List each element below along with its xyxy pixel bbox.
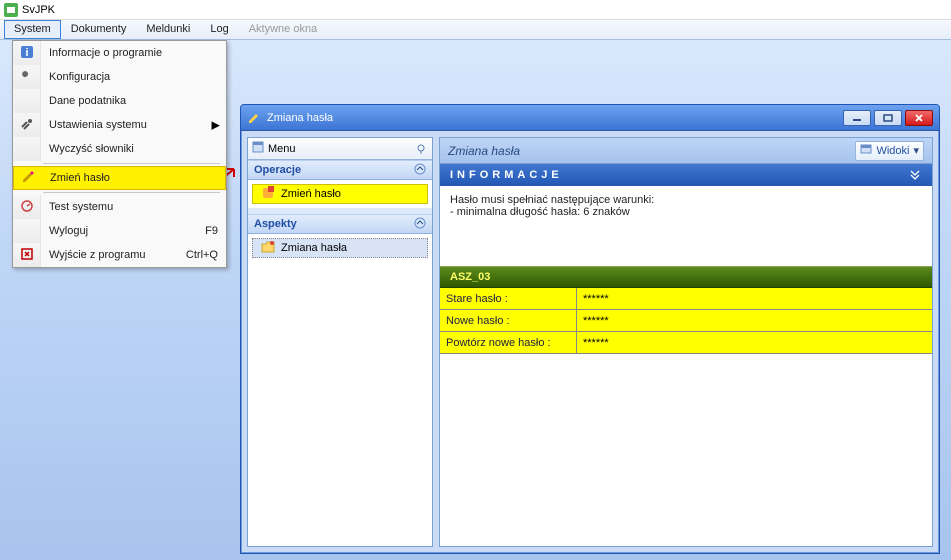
row-powtorz-haslo: Powtórz nowe hasło : ****** xyxy=(440,332,932,354)
folder-icon xyxy=(261,241,275,256)
chevron-up-icon xyxy=(414,163,426,178)
menu-icon xyxy=(252,141,264,156)
pin-icon[interactable] xyxy=(414,142,428,156)
menu-item-test[interactable]: Test systemu xyxy=(13,195,226,219)
section-aspekty-header[interactable]: Aspekty xyxy=(248,214,432,234)
gauge-icon xyxy=(20,199,34,216)
child-titlebar[interactable]: Zmiana hasła xyxy=(241,105,939,131)
stare-haslo-input[interactable]: ****** xyxy=(576,288,932,309)
menu-label: Menu xyxy=(268,143,296,155)
right-panel-title: Zmiana hasła Widoki ▾ xyxy=(440,138,932,164)
form-header: ASZ_03 xyxy=(440,266,932,288)
maximize-button[interactable] xyxy=(874,110,902,126)
minimize-button[interactable] xyxy=(843,110,871,126)
child-window: Zmiana hasła Menu Operacje Zmień hasło xyxy=(240,104,940,554)
menubar: System Dokumenty Meldunki Log Aktywne ok… xyxy=(0,20,951,40)
close-button[interactable] xyxy=(905,110,933,126)
menu-system[interactable]: System xyxy=(4,20,61,39)
menu-meldunki[interactable]: Meldunki xyxy=(136,20,200,39)
menu-item-konfiguracja[interactable]: Konfiguracja xyxy=(13,65,226,89)
menu-item-wyloguj[interactable]: Wyloguj F9 xyxy=(13,219,226,243)
menu-item-zmien-haslo[interactable]: Zmień hasło xyxy=(13,166,226,190)
left-panel-menu-header[interactable]: Menu xyxy=(248,138,432,160)
menu-item-dane-podatnika[interactable]: Dane podatnika xyxy=(13,89,226,113)
asp-item-zmiana-hasla[interactable]: Zmiana hasła xyxy=(252,238,428,258)
nowe-haslo-input[interactable]: ****** xyxy=(576,310,932,331)
dropdown-arrow-icon: ▾ xyxy=(913,144,919,157)
system-dropdown: i Informacje o programie Konfiguracja Da… xyxy=(12,40,227,268)
edit-icon xyxy=(247,111,261,125)
svg-text:i: i xyxy=(25,47,28,59)
row-nowe-haslo: Nowe hasło : ****** xyxy=(440,310,932,332)
tools-icon xyxy=(20,117,34,134)
exit-icon xyxy=(20,247,34,264)
info-icon: i xyxy=(20,45,34,62)
child-title: Zmiana hasła xyxy=(267,112,333,124)
chevron-down-icon xyxy=(908,167,922,184)
menu-item-wyczysc[interactable]: Wyczyść słowniki xyxy=(13,137,226,161)
menu-item-ustawienia[interactable]: Ustawienia systemu ▶ xyxy=(13,113,226,137)
menu-item-wyjscie[interactable]: Wyjście z programu Ctrl+Q xyxy=(13,243,226,267)
chevron-up-icon xyxy=(414,217,426,232)
menu-separator xyxy=(43,192,220,193)
app-title: SvJPK xyxy=(22,4,55,16)
op-item-zmien-haslo[interactable]: Zmień hasło xyxy=(252,184,428,204)
app-titlebar: SvJPK xyxy=(0,0,951,20)
info-header[interactable]: INFORMACJE xyxy=(440,164,932,186)
menu-dokumenty[interactable]: Dokumenty xyxy=(61,20,137,39)
menu-separator xyxy=(43,163,220,164)
powtorz-haslo-input[interactable]: ****** xyxy=(576,332,932,353)
widoki-button[interactable]: Widoki ▾ xyxy=(855,141,924,161)
menu-aktywne-okna: Aktywne okna xyxy=(239,20,327,39)
menu-log[interactable]: Log xyxy=(200,20,238,39)
section-operacje-header[interactable]: Operacje xyxy=(248,160,432,180)
menu-item-info[interactable]: i Informacje o programie xyxy=(13,41,226,65)
key-icon xyxy=(261,186,275,203)
info-body: Hasło musi spełniać następujące warunki:… xyxy=(440,186,932,226)
edit-icon xyxy=(21,170,35,187)
password-form: Stare hasło : ****** Nowe hasło : ******… xyxy=(440,288,932,354)
wrench-icon xyxy=(20,69,34,86)
view-icon xyxy=(860,143,872,158)
right-panel: Zmiana hasła Widoki ▾ INFORMACJE Hasło m… xyxy=(439,137,933,547)
app-icon xyxy=(4,3,18,17)
submenu-arrow-icon: ▶ xyxy=(212,119,220,132)
row-stare-haslo: Stare hasło : ****** xyxy=(440,288,932,310)
left-panel: Menu Operacje Zmień hasło Aspekty xyxy=(247,137,433,547)
